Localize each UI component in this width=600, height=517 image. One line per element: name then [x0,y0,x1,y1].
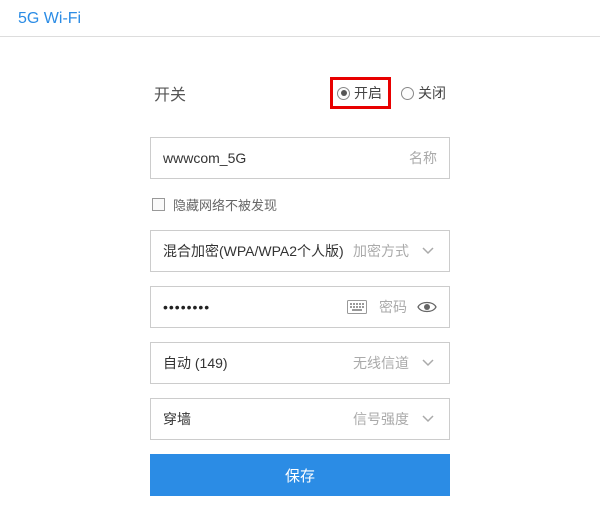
switch-off-option[interactable]: 关闭 [397,80,450,106]
switch-on-option[interactable]: 开启 [330,77,391,109]
ssid-label: 名称 [409,148,437,168]
encryption-label: 加密方式 [353,241,409,261]
section-title: 5G Wi-Fi [18,10,81,27]
encryption-value: 混合加密(WPA/WPA2个人版) [163,241,344,261]
password-value: •••••••• [163,299,210,315]
signal-strength-label: 信号强度 [353,409,409,429]
channel-value: 自动 (149) [163,353,228,373]
signal-strength-select[interactable]: 穿墙 信号强度 [150,398,450,440]
save-button[interactable]: 保存 [150,454,450,496]
eye-icon[interactable] [417,300,437,314]
radio-icon [337,87,350,100]
keyboard-icon[interactable] [347,300,367,314]
channel-select[interactable]: 自动 (149) 无线信道 [150,342,450,384]
encryption-select[interactable]: 混合加密(WPA/WPA2个人版) 加密方式 [150,230,450,272]
ssid-value: wwwcom_5G [163,150,246,166]
chevron-down-icon [419,412,437,426]
switch-off-label: 关闭 [418,83,446,103]
hide-network-checkbox[interactable]: 隐藏网络不被发现 [150,193,450,216]
switch-row: 开关 开启 关闭 [150,77,450,109]
ssid-field[interactable]: wwwcom_5G 名称 [150,137,450,179]
password-label: 密码 [379,297,407,317]
password-field[interactable]: •••••••• 密码 [150,286,450,328]
radio-icon [401,87,414,100]
checkbox-icon [152,198,165,211]
chevron-down-icon [419,244,437,258]
chevron-down-icon [419,356,437,370]
switch-radio-group: 开启 关闭 [330,77,450,109]
channel-label: 无线信道 [353,353,409,373]
save-button-label: 保存 [285,465,315,486]
section-header: 5G Wi-Fi [0,0,600,37]
switch-label: 开关 [150,81,186,105]
wifi-5g-form: 开关 开启 关闭 wwwcom_5G 名称 隐藏网络不被发现 混合加密(WPA/… [0,37,450,496]
switch-on-label: 开启 [354,83,382,103]
hide-network-label: 隐藏网络不被发现 [173,195,277,214]
signal-strength-value: 穿墙 [163,409,191,429]
